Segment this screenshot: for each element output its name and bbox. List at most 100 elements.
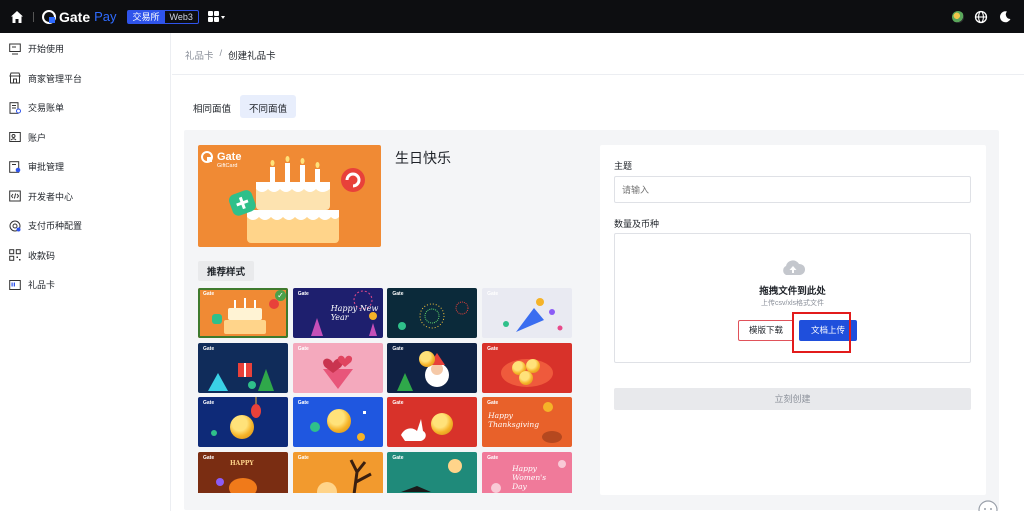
file-drop-zone[interactable]: 拖拽文件到此处 上传csv/xls格式文件 模版下载 文档上传 [614, 233, 971, 363]
gate-brand-mark: Gate [392, 400, 404, 407]
logo-suffix: Pay [94, 9, 117, 24]
account-icon [9, 132, 21, 143]
preview-brand-sub: GiftCard [217, 163, 238, 169]
logo-text: Gate [59, 8, 91, 25]
template-valentine[interactable]: Gate [292, 342, 383, 393]
template-witch[interactable]: Gate [387, 452, 478, 493]
apps-grid-icon[interactable] [207, 10, 226, 23]
sidebar-item-label: 审批管理 [28, 162, 65, 173]
drop-zone-title: 拖拽文件到此处 [759, 286, 826, 297]
sidebar-item-approval[interactable]: 审批管理 [0, 152, 170, 182]
segment-exchange[interactable]: 交易所 [127, 10, 165, 23]
gift-card-form: 主题 数量及币种 拖拽文件到此处 上传csv/xls格式文件 模版下载 文档上传… [600, 145, 986, 495]
recommended-styles-label: 推荐样式 [198, 261, 255, 281]
sidebar-item-label: 支付币种配置 [28, 221, 83, 232]
denomination-tabs: 相同面值 不同面值 [184, 95, 297, 118]
sidebar-item-label: 交易账单 [28, 103, 65, 114]
main-content: 礼品卡 / 创建礼品卡 相同面值 不同面值 Gate GiftCard 生日快乐… [172, 33, 1024, 511]
breadcrumb-separator: / [219, 48, 223, 59]
tab-different-denomination[interactable]: 不同面值 [240, 95, 297, 118]
gate-brand-mark: Gate [297, 291, 309, 297]
globe-icon[interactable] [974, 10, 988, 24]
gate-brand-mark: Gate [392, 455, 404, 462]
avatar[interactable] [952, 10, 964, 23]
gate-brand-mark: Gate [487, 291, 499, 297]
document-upload-button[interactable]: 文档上传 [799, 320, 857, 341]
template-bitcoin[interactable]: Gate [292, 397, 383, 448]
gate-brand-mark: Gate [487, 455, 499, 462]
sidebar-item-label: 开发者中心 [28, 191, 74, 202]
template-happy-new-year[interactable]: Gate Happy New Year [292, 288, 383, 338]
segment-web3[interactable]: Web3 [165, 11, 198, 23]
customer-service-icon[interactable] [977, 499, 999, 511]
template-christmas-gift[interactable]: Gate [198, 342, 288, 393]
breadcrumb-parent[interactable]: 礼品卡 [185, 48, 214, 62]
gate-brand-mark: Gate [203, 455, 215, 462]
template-birthday[interactable]: Gate ✓ [198, 288, 288, 338]
sidebar: 开始使用 商家管理平台 交易账单 账户 审批管理 开发者中心 支付币种配置 收款… [0, 33, 171, 511]
divider [172, 74, 1024, 75]
gate-brand-mark: Gate [392, 345, 404, 352]
gate-brand-mark: Gate [203, 400, 215, 407]
home-icon[interactable] [10, 10, 24, 24]
bill-icon [9, 101, 21, 114]
template-halloween-pumpkin[interactable]: HAPPY Gate [198, 452, 288, 493]
template-fireworks[interactable]: Gate [387, 288, 478, 338]
check-icon: ✓ [275, 290, 286, 301]
gate-brand-mark: Gate [487, 345, 499, 352]
template-halloween-tree[interactable]: Gate [292, 452, 383, 493]
monitor-icon [9, 43, 21, 55]
breadcrumb: 礼品卡 / 创建礼品卡 [185, 48, 276, 62]
sidebar-item-developer[interactable]: 开发者中心 [0, 182, 170, 212]
top-bar: Gate Pay 交易所 Web3 [0, 0, 1024, 33]
divider [33, 11, 34, 22]
approval-icon [9, 160, 21, 173]
template-party-popper[interactable]: Gate [482, 288, 573, 338]
template-download-button[interactable]: 模版下载 [738, 320, 794, 341]
gate-brand-mark: Gate [297, 400, 309, 407]
sidebar-item-label: 账户 [28, 132, 47, 143]
sidebar-item-label: 收款码 [28, 250, 56, 261]
gift-card-icon [9, 279, 21, 290]
template-red-coins[interactable]: Gate [482, 342, 573, 393]
moon-icon[interactable] [998, 10, 1012, 24]
gate-brand-mark: Gate [392, 291, 404, 297]
code-icon [9, 190, 21, 202]
sidebar-item-qrcode[interactable]: 收款码 [0, 241, 170, 271]
template-caption: HAPPY [230, 460, 254, 468]
sidebar-item-transactions[interactable]: 交易账单 [0, 93, 170, 123]
platform-switch: 交易所 Web3 [126, 9, 199, 24]
gate-brand-mark: Gate [203, 291, 215, 297]
tab-same-denomination[interactable]: 相同面值 [184, 95, 240, 118]
gate-logo-icon [42, 9, 56, 24]
subject-label: 主题 [614, 161, 633, 171]
create-now-button[interactable]: 立刻创建 [614, 388, 971, 410]
gift-card-editor: Gate GiftCard 生日快乐 推荐样式 Gate ✓ Gate Happ… [184, 130, 999, 510]
template-gallery: Gate ✓ Gate Happy New Year Gate Gate Gat… [198, 288, 573, 493]
topbar-actions [952, 0, 1024, 33]
coin-icon [419, 350, 436, 367]
gift-card-preview: Gate GiftCard [198, 145, 381, 247]
template-thanksgiving[interactable]: Happy Thanksgiving Gate [482, 397, 573, 448]
cloud-upload-icon [783, 260, 806, 275]
template-lantern[interactable]: Gate [198, 397, 288, 448]
template-rabbit[interactable]: Gate [387, 397, 478, 448]
gate-pay-logo[interactable]: Gate Pay [42, 9, 117, 25]
sidebar-item-gift-card[interactable]: 礼品卡 [0, 270, 170, 300]
template-santa[interactable]: Gate [387, 342, 478, 393]
template-womens-day[interactable]: Happy Women's Day Gate [482, 452, 573, 493]
gate-brand-mark: Gate [297, 455, 309, 462]
gate-brand-mark: Gate [297, 345, 309, 352]
sidebar-item-account[interactable]: 账户 [0, 123, 170, 153]
currency-icon [9, 220, 21, 232]
drop-zone-hint: 上传csv/xls格式文件 [761, 300, 824, 307]
template-caption: Happy Women's Day [512, 464, 547, 492]
sidebar-item-currency-config[interactable]: 支付币种配置 [0, 211, 170, 241]
sidebar-item-merchant[interactable]: 商家管理平台 [0, 64, 170, 94]
preview-brand: Gate [217, 151, 242, 163]
coin-icon [519, 370, 534, 385]
sidebar-item-getting-started[interactable]: 开始使用 [0, 34, 170, 64]
store-icon [9, 72, 21, 84]
subject-input[interactable] [614, 176, 971, 203]
sidebar-item-label: 礼品卡 [28, 280, 56, 291]
